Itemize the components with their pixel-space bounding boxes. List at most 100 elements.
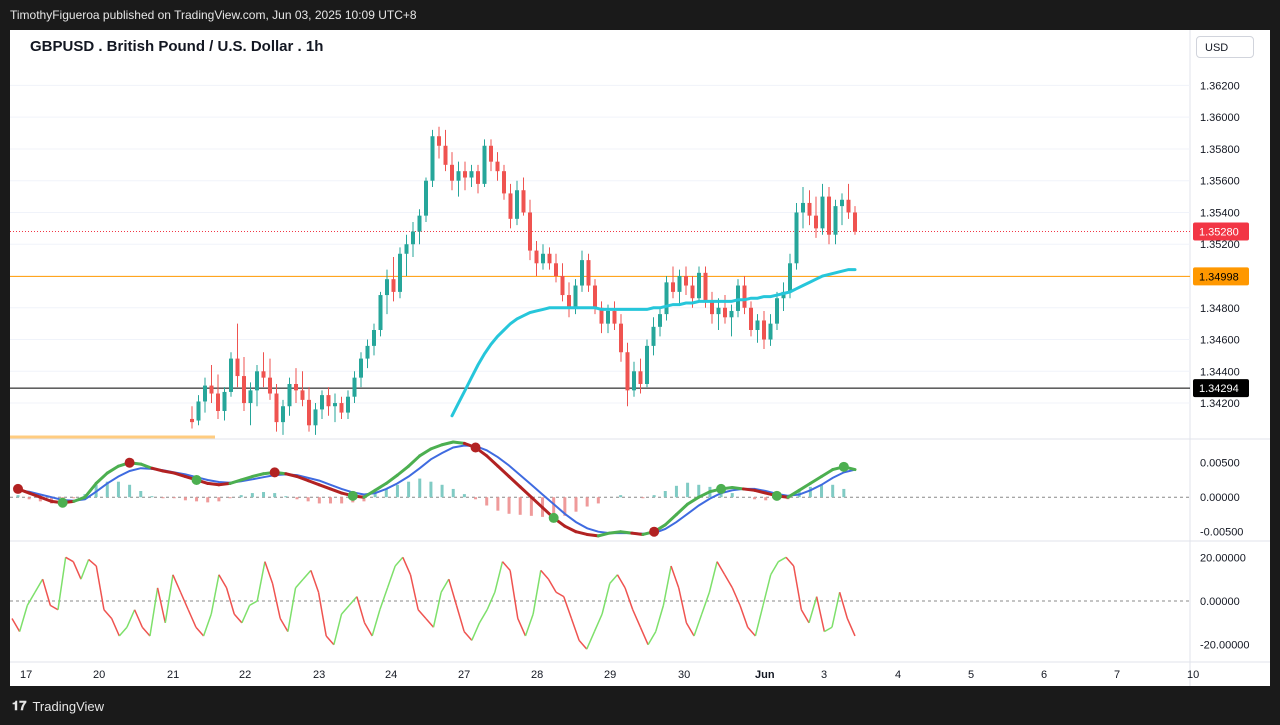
oscillator-segment	[302, 569, 312, 580]
candle-body	[671, 282, 675, 292]
macd-line-segment	[395, 464, 411, 477]
oscillator-segment	[172, 574, 182, 593]
oscillator-segment	[494, 561, 504, 593]
candle-body	[580, 260, 584, 286]
oscillator-segment	[103, 609, 113, 619]
oscillator-segment	[333, 613, 343, 645]
candle-body	[768, 323, 773, 340]
candle-body	[229, 358, 233, 392]
oscillator-segment	[754, 605, 764, 637]
oscillator-segment	[792, 565, 803, 610]
macd-cross-marker	[716, 483, 727, 494]
macd-line-segment	[697, 490, 712, 499]
time-tick-label: 17	[20, 669, 32, 681]
oscillator-segment	[325, 635, 335, 646]
oscillator-segment	[187, 609, 197, 628]
candle-body	[749, 307, 753, 330]
candle-body	[762, 320, 766, 340]
macd-cross-marker	[470, 442, 481, 453]
candle-body	[534, 250, 539, 264]
chart-svg[interactable]: 1.36200 1.36000 1.35800 1.35600 1.35400 1.352…	[10, 30, 1270, 686]
macd-line-segment	[150, 466, 165, 473]
oscillator-segment	[118, 626, 128, 637]
oscillator-segment	[509, 570, 519, 619]
macd-signal-line	[17, 444, 856, 535]
footer-brand[interactable]: 𝟏𝟕 TradingView	[12, 699, 104, 714]
oscillator-segment	[88, 558, 97, 567]
oscillator-segment	[846, 618, 856, 637]
oscillator-segment	[164, 574, 174, 623]
candle-body	[352, 377, 357, 397]
candle-body	[300, 390, 305, 400]
candle-body	[378, 295, 383, 330]
macd-line-segment	[485, 454, 500, 468]
candle-body	[443, 145, 448, 165]
macd-line-segment	[328, 487, 344, 495]
oscillator-segment	[110, 618, 120, 637]
oscillator-segment	[777, 556, 787, 563]
oscillator-segment	[80, 559, 90, 580]
candle-body	[645, 345, 649, 384]
oscillator-segment	[463, 631, 473, 641]
candle-body	[814, 215, 818, 229]
candle-body	[281, 406, 285, 423]
macd-line-segment	[686, 495, 701, 506]
candle-body	[677, 276, 682, 292]
macd-line-segment	[518, 485, 533, 499]
macd-line-segment	[808, 475, 824, 485]
macd-line-segment	[217, 481, 232, 487]
oscillator-segment	[831, 592, 841, 628]
candle-body	[248, 390, 253, 404]
price-tick-label: 1.35400	[1200, 207, 1240, 219]
oscillator-segment	[126, 609, 136, 628]
macd-line-segment	[306, 479, 321, 487]
candle-body	[417, 215, 422, 232]
candle-body	[697, 272, 701, 299]
macd-line-segment	[820, 468, 835, 479]
candle-body	[807, 202, 812, 216]
oscillator-segment	[517, 618, 527, 637]
candle-body	[437, 136, 441, 146]
oscillator-segment	[241, 605, 251, 624]
tradingview-logo-icon: 𝟏𝟕	[12, 699, 27, 714]
candle-body	[736, 285, 740, 311]
oscillator-segment	[540, 569, 550, 580]
oscillator-segment	[379, 587, 389, 610]
publisher-line: TimothyFigueroa published on TradingView…	[10, 8, 417, 22]
oscillator-segment	[693, 613, 703, 637]
candle-body	[619, 323, 623, 353]
time-tick-label: 4	[895, 669, 901, 681]
macd-tick-label: 0.00500	[1200, 458, 1240, 470]
oscillator-segment	[95, 565, 105, 610]
macd-line-segment	[94, 471, 109, 485]
candle-body	[801, 202, 805, 213]
price-tick-label: 1.35800	[1200, 144, 1240, 156]
candle-body	[216, 393, 220, 411]
candle-body	[612, 310, 617, 324]
oscillator-segment	[149, 587, 159, 637]
macd-cross-marker	[57, 497, 68, 508]
time-tick-label: 20	[93, 669, 105, 681]
oscillator-segment	[563, 596, 573, 619]
candle-body	[846, 199, 851, 213]
chart-frame[interactable]: GBPUSD . British Pound / U.S. Dollar . 1…	[10, 30, 1270, 686]
candle-body	[346, 396, 350, 413]
oscillator-segment	[547, 578, 557, 593]
price-tick-label: 1.36000	[1200, 112, 1240, 124]
candle-body	[255, 371, 259, 391]
oscillator-segment	[532, 570, 542, 615]
candle-body	[788, 263, 792, 292]
macd-line-segment	[38, 495, 53, 503]
macd-line-segment	[451, 440, 466, 445]
oscillator-segment	[256, 561, 266, 602]
oscillator-segment	[624, 587, 634, 610]
oscillator-segment	[570, 618, 580, 641]
oscillator-segment	[685, 622, 695, 637]
oscillator-segment	[800, 609, 810, 624]
oscillator-segment	[394, 556, 404, 567]
oscillator-segment	[425, 617, 435, 628]
candle-body	[521, 190, 526, 213]
oscillator-segment	[471, 622, 481, 641]
macd-line-segment	[161, 469, 176, 475]
candle-body	[833, 206, 838, 235]
